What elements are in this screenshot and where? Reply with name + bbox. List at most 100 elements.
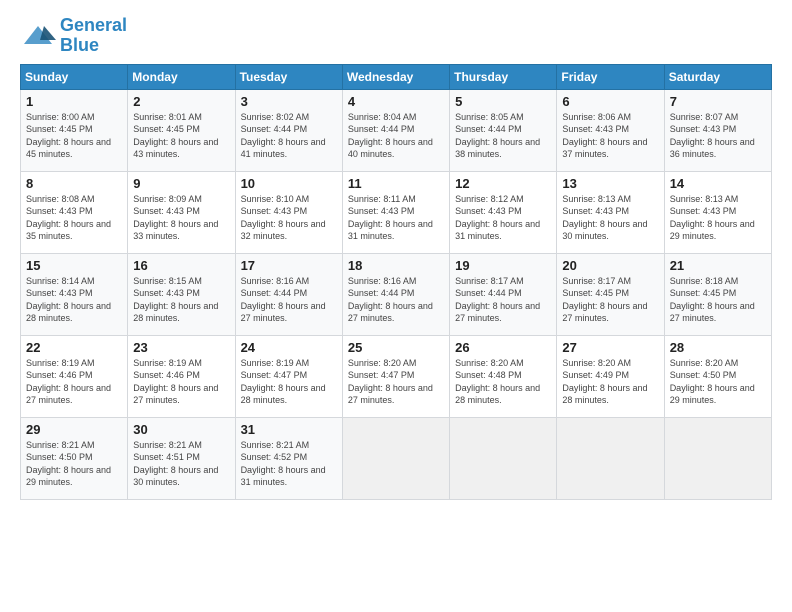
calendar-week-row: 29 Sunrise: 8:21 AM Sunset: 4:50 PM Dayl… [21,417,772,499]
day-info: Sunrise: 8:21 AM Sunset: 4:50 PM Dayligh… [26,439,123,489]
empty-day-cell [664,417,771,499]
day-number: 29 [26,422,123,437]
day-number: 3 [241,94,338,109]
day-number: 22 [26,340,123,355]
day-info: Sunrise: 8:17 AM Sunset: 4:44 PM Dayligh… [455,275,552,325]
calendar-day-cell: 3 Sunrise: 8:02 AM Sunset: 4:44 PM Dayli… [235,89,342,171]
calendar-day-cell: 12 Sunrise: 8:12 AM Sunset: 4:43 PM Dayl… [450,171,557,253]
calendar-day-cell: 14 Sunrise: 8:13 AM Sunset: 4:43 PM Dayl… [664,171,771,253]
day-number: 7 [670,94,767,109]
day-number: 25 [348,340,445,355]
calendar-day-cell: 2 Sunrise: 8:01 AM Sunset: 4:45 PM Dayli… [128,89,235,171]
day-info: Sunrise: 8:15 AM Sunset: 4:43 PM Dayligh… [133,275,230,325]
day-number: 15 [26,258,123,273]
day-number: 28 [670,340,767,355]
calendar-day-cell: 20 Sunrise: 8:17 AM Sunset: 4:45 PM Dayl… [557,253,664,335]
calendar-week-row: 15 Sunrise: 8:14 AM Sunset: 4:43 PM Dayl… [21,253,772,335]
day-number: 18 [348,258,445,273]
calendar-week-row: 8 Sunrise: 8:08 AM Sunset: 4:43 PM Dayli… [21,171,772,253]
day-info: Sunrise: 8:20 AM Sunset: 4:47 PM Dayligh… [348,357,445,407]
calendar-day-cell: 15 Sunrise: 8:14 AM Sunset: 4:43 PM Dayl… [21,253,128,335]
empty-day-cell [342,417,449,499]
day-number: 26 [455,340,552,355]
day-number: 20 [562,258,659,273]
calendar-week-row: 22 Sunrise: 8:19 AM Sunset: 4:46 PM Dayl… [21,335,772,417]
calendar-week-row: 1 Sunrise: 8:00 AM Sunset: 4:45 PM Dayli… [21,89,772,171]
calendar-day-cell: 5 Sunrise: 8:05 AM Sunset: 4:44 PM Dayli… [450,89,557,171]
day-info: Sunrise: 8:21 AM Sunset: 4:52 PM Dayligh… [241,439,338,489]
day-info: Sunrise: 8:19 AM Sunset: 4:47 PM Dayligh… [241,357,338,407]
day-info: Sunrise: 8:08 AM Sunset: 4:43 PM Dayligh… [26,193,123,243]
day-number: 12 [455,176,552,191]
day-info: Sunrise: 8:19 AM Sunset: 4:46 PM Dayligh… [26,357,123,407]
calendar-day-cell: 17 Sunrise: 8:16 AM Sunset: 4:44 PM Dayl… [235,253,342,335]
calendar-day-cell: 24 Sunrise: 8:19 AM Sunset: 4:47 PM Dayl… [235,335,342,417]
calendar-day-cell: 19 Sunrise: 8:17 AM Sunset: 4:44 PM Dayl… [450,253,557,335]
day-info: Sunrise: 8:13 AM Sunset: 4:43 PM Dayligh… [562,193,659,243]
day-info: Sunrise: 8:17 AM Sunset: 4:45 PM Dayligh… [562,275,659,325]
day-info: Sunrise: 8:00 AM Sunset: 4:45 PM Dayligh… [26,111,123,161]
day-info: Sunrise: 8:04 AM Sunset: 4:44 PM Dayligh… [348,111,445,161]
day-number: 9 [133,176,230,191]
day-number: 1 [26,94,123,109]
calendar-day-cell: 13 Sunrise: 8:13 AM Sunset: 4:43 PM Dayl… [557,171,664,253]
calendar-day-cell: 30 Sunrise: 8:21 AM Sunset: 4:51 PM Dayl… [128,417,235,499]
day-number: 27 [562,340,659,355]
day-info: Sunrise: 8:06 AM Sunset: 4:43 PM Dayligh… [562,111,659,161]
day-info: Sunrise: 8:10 AM Sunset: 4:43 PM Dayligh… [241,193,338,243]
calendar-body: 1 Sunrise: 8:00 AM Sunset: 4:45 PM Dayli… [21,89,772,499]
day-number: 2 [133,94,230,109]
day-info: Sunrise: 8:12 AM Sunset: 4:43 PM Dayligh… [455,193,552,243]
empty-day-cell [450,417,557,499]
weekday-header: Monday [128,64,235,89]
logo: General Blue [20,16,127,56]
day-number: 16 [133,258,230,273]
weekday-header: Wednesday [342,64,449,89]
day-info: Sunrise: 8:16 AM Sunset: 4:44 PM Dayligh… [348,275,445,325]
calendar-day-cell: 26 Sunrise: 8:20 AM Sunset: 4:48 PM Dayl… [450,335,557,417]
calendar-day-cell: 9 Sunrise: 8:09 AM Sunset: 4:43 PM Dayli… [128,171,235,253]
day-number: 11 [348,176,445,191]
day-number: 4 [348,94,445,109]
day-number: 17 [241,258,338,273]
day-info: Sunrise: 8:20 AM Sunset: 4:49 PM Dayligh… [562,357,659,407]
header: General Blue [20,16,772,56]
calendar-day-cell: 1 Sunrise: 8:00 AM Sunset: 4:45 PM Dayli… [21,89,128,171]
weekday-header: Tuesday [235,64,342,89]
calendar-day-cell: 29 Sunrise: 8:21 AM Sunset: 4:50 PM Dayl… [21,417,128,499]
calendar-day-cell: 6 Sunrise: 8:06 AM Sunset: 4:43 PM Dayli… [557,89,664,171]
calendar-day-cell: 16 Sunrise: 8:15 AM Sunset: 4:43 PM Dayl… [128,253,235,335]
day-info: Sunrise: 8:19 AM Sunset: 4:46 PM Dayligh… [133,357,230,407]
calendar-day-cell: 11 Sunrise: 8:11 AM Sunset: 4:43 PM Dayl… [342,171,449,253]
empty-day-cell [557,417,664,499]
day-number: 5 [455,94,552,109]
day-number: 13 [562,176,659,191]
calendar-day-cell: 18 Sunrise: 8:16 AM Sunset: 4:44 PM Dayl… [342,253,449,335]
calendar-day-cell: 27 Sunrise: 8:20 AM Sunset: 4:49 PM Dayl… [557,335,664,417]
calendar-day-cell: 25 Sunrise: 8:20 AM Sunset: 4:47 PM Dayl… [342,335,449,417]
day-number: 8 [26,176,123,191]
day-info: Sunrise: 8:05 AM Sunset: 4:44 PM Dayligh… [455,111,552,161]
day-number: 31 [241,422,338,437]
logo-text: General Blue [60,16,127,56]
calendar-day-cell: 23 Sunrise: 8:19 AM Sunset: 4:46 PM Dayl… [128,335,235,417]
day-info: Sunrise: 8:21 AM Sunset: 4:51 PM Dayligh… [133,439,230,489]
day-number: 6 [562,94,659,109]
weekday-header: Saturday [664,64,771,89]
day-number: 24 [241,340,338,355]
weekday-header: Sunday [21,64,128,89]
day-info: Sunrise: 8:02 AM Sunset: 4:44 PM Dayligh… [241,111,338,161]
calendar-day-cell: 31 Sunrise: 8:21 AM Sunset: 4:52 PM Dayl… [235,417,342,499]
day-info: Sunrise: 8:07 AM Sunset: 4:43 PM Dayligh… [670,111,767,161]
day-number: 14 [670,176,767,191]
calendar-table: SundayMondayTuesdayWednesdayThursdayFrid… [20,64,772,500]
calendar-day-cell: 8 Sunrise: 8:08 AM Sunset: 4:43 PM Dayli… [21,171,128,253]
logo-icon [20,22,56,50]
day-number: 23 [133,340,230,355]
calendar-day-cell: 7 Sunrise: 8:07 AM Sunset: 4:43 PM Dayli… [664,89,771,171]
day-number: 10 [241,176,338,191]
calendar-day-cell: 22 Sunrise: 8:19 AM Sunset: 4:46 PM Dayl… [21,335,128,417]
day-info: Sunrise: 8:01 AM Sunset: 4:45 PM Dayligh… [133,111,230,161]
day-info: Sunrise: 8:09 AM Sunset: 4:43 PM Dayligh… [133,193,230,243]
weekday-header: Thursday [450,64,557,89]
